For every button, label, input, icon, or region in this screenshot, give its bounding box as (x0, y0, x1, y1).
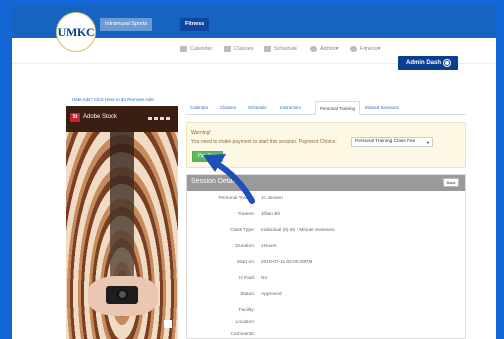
field-label: Location: (235, 320, 255, 325)
field-label: Status: (240, 292, 255, 297)
field-row: Comments: (187, 330, 465, 339)
field-row: Facility: (187, 306, 465, 316)
adobe-icon (164, 320, 172, 328)
field-row: Duration: 1Hours (187, 242, 465, 252)
tab-instructors[interactable]: Instructors (280, 105, 301, 110)
field-row: Class Type: Individual (5) 60 - Minute S… (187, 226, 465, 236)
field-row: Start on: 2019-07-11 04:00:00PM (187, 258, 465, 268)
admin-dash-button[interactable]: Admin Dash (398, 56, 458, 70)
tab-fitness[interactable]: Fitness (180, 18, 210, 31)
remove-ads-link[interactable]: Hate Ads? Click Here to $4 Remove Ads! (72, 97, 154, 102)
nav-fitness[interactable]: Fitness▾ (350, 46, 381, 52)
nav-calendar-label: Calendar (190, 46, 213, 52)
field-value: Jo Jensen (261, 196, 283, 201)
tab-intramural-sports[interactable]: Intramural Sports (100, 18, 153, 31)
gear-icon (310, 46, 317, 52)
ad-brand: Adobe Stock (83, 114, 118, 120)
field-label: Duration: (235, 244, 255, 249)
panel-header: Session Details Back (187, 175, 465, 191)
ad-header: St Adobe Stock (66, 106, 178, 132)
field-label: Facility: (238, 308, 255, 313)
field-label: Personal Trainer: (218, 196, 255, 201)
tab-schedule[interactable]: Schedule (248, 105, 267, 110)
field-value: 2019-07-11 04:00:00PM (261, 260, 313, 265)
field-value: Individual (5) 60 - Minute Sessions (261, 228, 335, 233)
field-value: 1Hours (261, 244, 277, 249)
field-row: Status: Approved (187, 290, 465, 300)
back-button[interactable]: Back (443, 178, 459, 187)
ad-image-center (110, 132, 134, 282)
nav-classes-label: Classes (234, 46, 254, 52)
field-value: No (261, 276, 268, 281)
nav-fitness-label: Fitness▾ (360, 46, 381, 52)
logo-text: UMKC (57, 24, 95, 39)
payment-choice-select[interactable]: Personal Training Class Fee ▾ (351, 137, 433, 147)
pay-now-button[interactable]: Pay Now (192, 151, 223, 162)
field-label: Trainee: (237, 212, 255, 217)
info-icon (350, 46, 357, 52)
people-icon (224, 46, 231, 52)
panel-title: Session Details (191, 178, 240, 185)
tab-classes[interactable]: Classes (220, 105, 236, 110)
field-row: Trainee: Jillian Bri (187, 210, 465, 220)
tab-calendar[interactable]: Calendar (190, 105, 208, 110)
nav-admin[interactable]: Admin▾ (310, 46, 338, 52)
nav-calendar[interactable]: Calendar (180, 46, 212, 52)
payment-warning: Warning! You need to make payment to sta… (186, 122, 466, 168)
field-label: Class Type: (230, 228, 255, 233)
calendar-icon (180, 46, 187, 52)
nav-schedule-label: Schedule (274, 46, 297, 52)
tab-personal-training[interactable]: Personal Training (315, 101, 361, 115)
admin-dash-label: Admin Dash (405, 60, 441, 66)
field-label: Comments: (230, 332, 255, 337)
field-value: Approved (261, 292, 282, 297)
app-window: Intramural Sports Fitness UMKC Calendar … (12, 6, 496, 339)
session-details-panel: Session Details Back Personal Trainer: J… (186, 174, 466, 339)
nav-schedule[interactable]: Schedule (264, 46, 297, 52)
field-label: Is Paid: (239, 276, 255, 281)
umkc-logo[interactable]: UMKC (56, 12, 96, 52)
field-value: Jillian Bri (261, 212, 281, 217)
adobe-stock-logo: St (70, 113, 80, 122)
gear-icon (444, 60, 450, 66)
tab-missed-sessions[interactable]: Missed Sessions (365, 105, 399, 110)
field-row: Is Paid: No (187, 274, 465, 284)
chart-icon (264, 46, 271, 52)
caret-down-icon: ▾ (426, 140, 429, 145)
field-label: Start on: (236, 260, 255, 265)
field-row: Location: (187, 318, 465, 328)
field-row: Personal Trainer: Jo Jensen (187, 194, 465, 204)
ad-carousel-dots (148, 117, 170, 120)
warning-text: You need to make payment to start this s… (191, 139, 337, 145)
nav-classes[interactable]: Classes (224, 46, 254, 52)
nav-admin-label: Admin▾ (320, 46, 339, 52)
ad-banner[interactable]: St Adobe Stock (66, 106, 178, 339)
warning-title: Warning! (191, 130, 211, 136)
payment-choice-value: Personal Training Class Fee (355, 139, 416, 144)
ad-camera-lens (117, 289, 128, 300)
